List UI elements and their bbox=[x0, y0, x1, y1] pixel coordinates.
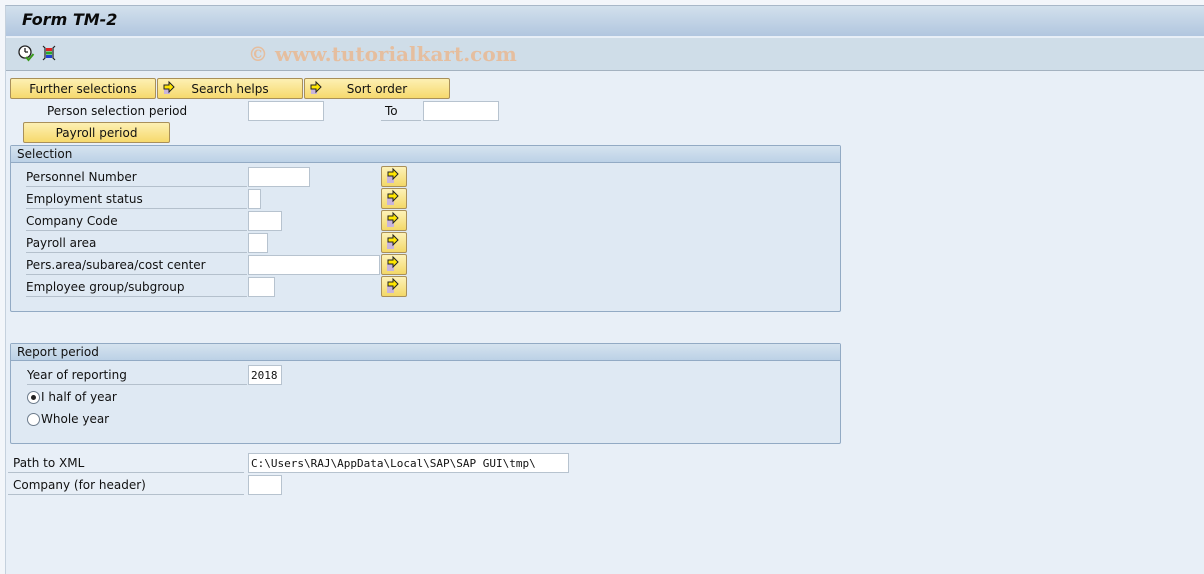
payroll-period-button[interactable]: Payroll period bbox=[23, 122, 170, 143]
arrow-right-icon bbox=[309, 80, 325, 99]
year-of-reporting-label: Year of reporting bbox=[27, 365, 247, 385]
payroll-area-input[interactable] bbox=[248, 233, 268, 253]
arrow-right-icon bbox=[387, 211, 399, 227]
search-helps-label: Search helps bbox=[191, 81, 269, 96]
report-period-group-title: Report period bbox=[11, 344, 840, 361]
payroll-area-label: Payroll area bbox=[26, 233, 247, 253]
arrow-right-icon bbox=[387, 255, 399, 271]
page-title: Form TM-2 bbox=[22, 10, 118, 29]
arrow-right-icon bbox=[387, 277, 399, 293]
path-to-xml-input[interactable] bbox=[248, 453, 569, 473]
execute-icon[interactable] bbox=[17, 44, 35, 62]
person-selection-period-label: Person selection period bbox=[47, 104, 188, 118]
further-selections-button[interactable]: Further selections bbox=[10, 78, 156, 99]
radio-first-half-year[interactable] bbox=[27, 391, 40, 404]
employment-status-multiple-selection-button[interactable] bbox=[381, 188, 407, 209]
employee-group-label: Employee group/subgroup bbox=[26, 277, 247, 297]
personnel-number-label: Personnel Number bbox=[26, 167, 247, 187]
get-variant-icon[interactable] bbox=[40, 44, 58, 62]
payroll-period-label: Payroll period bbox=[55, 125, 138, 140]
company-for-header-input[interactable] bbox=[248, 475, 282, 495]
title-bar: Form TM-2 bbox=[6, 6, 1204, 37]
pers-area-multiple-selection-button[interactable] bbox=[381, 254, 407, 275]
sort-order-label: Sort order bbox=[346, 81, 408, 96]
arrow-right-icon bbox=[387, 167, 399, 183]
company-code-label: Company Code bbox=[26, 211, 247, 231]
pers-area-label: Pers.area/subarea/cost center bbox=[26, 255, 247, 275]
arrow-right-icon bbox=[162, 80, 178, 99]
year-of-reporting-input[interactable] bbox=[248, 365, 282, 385]
pers-area-input[interactable] bbox=[248, 255, 380, 275]
radio-whole-year[interactable] bbox=[27, 413, 40, 426]
employee-group-input[interactable] bbox=[248, 277, 275, 297]
personnel-number-input[interactable] bbox=[248, 167, 310, 187]
selection-group: Selection Personnel Number Employment st… bbox=[10, 145, 841, 312]
employee-group-multiple-selection-button[interactable] bbox=[381, 276, 407, 297]
employment-status-label: Employment status bbox=[26, 189, 247, 209]
company-code-input[interactable] bbox=[248, 211, 282, 231]
company-for-header-label: Company (for header) bbox=[8, 475, 244, 495]
watermark: © www.tutorialkart.com bbox=[248, 42, 517, 66]
employment-status-input[interactable] bbox=[248, 189, 261, 209]
to-label: To bbox=[381, 101, 421, 121]
further-selections-label: Further selections bbox=[29, 81, 137, 96]
arrow-right-icon bbox=[387, 233, 399, 249]
whole-year-label: Whole year bbox=[41, 412, 110, 426]
search-helps-button[interactable]: Search helps bbox=[157, 78, 303, 99]
selection-group-title: Selection bbox=[11, 146, 840, 163]
company-code-multiple-selection-button[interactable] bbox=[381, 210, 407, 231]
path-to-xml-label: Path to XML bbox=[8, 453, 244, 473]
arrow-right-icon bbox=[387, 189, 399, 205]
person-selection-to-input[interactable] bbox=[423, 101, 499, 121]
sap-window: Form TM-2 © www.tutorialkart.com Further… bbox=[5, 5, 1204, 574]
report-period-group: Report period Year of reporting I half o… bbox=[10, 343, 841, 444]
personnel-number-multiple-selection-button[interactable] bbox=[381, 166, 407, 187]
application-toolbar: © www.tutorialkart.com bbox=[6, 38, 1204, 71]
first-half-year-label: I half of year bbox=[41, 390, 117, 404]
payroll-area-multiple-selection-button[interactable] bbox=[381, 232, 407, 253]
person-selection-from-input[interactable] bbox=[248, 101, 324, 121]
sort-order-button[interactable]: Sort order bbox=[304, 78, 450, 99]
